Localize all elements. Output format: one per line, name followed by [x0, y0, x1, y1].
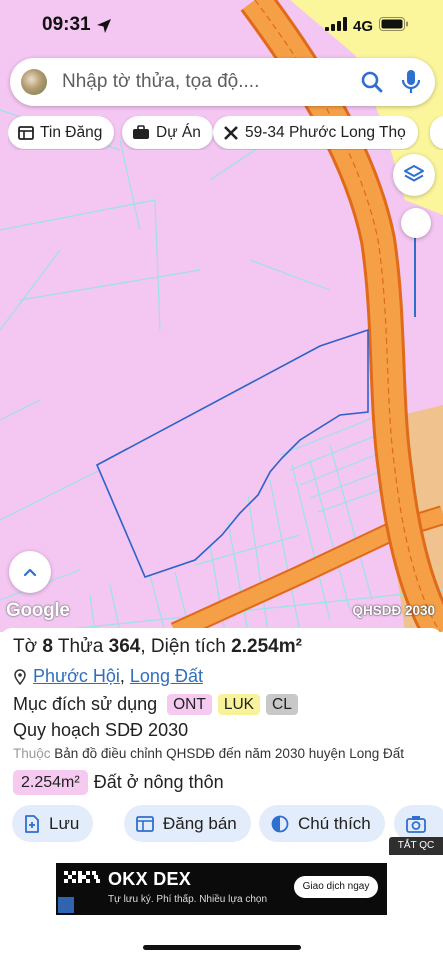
battery-icon — [379, 17, 409, 36]
tools-icon — [224, 125, 238, 140]
tag-ont[interactable]: ONT — [167, 694, 212, 715]
chip-label: 59-34 Phước Long Thọ — [245, 123, 406, 141]
land-type-row: 2.254m² Đất ở nông thôn — [13, 770, 224, 795]
post-sale-button[interactable]: Đăng bán — [124, 805, 251, 842]
news-icon — [18, 125, 34, 140]
layers-button[interactable] — [393, 154, 435, 196]
area-badge: 2.254m² — [13, 770, 88, 795]
status-time: 09:31 — [42, 14, 91, 35]
ad-subtitle: Tự lưu ký. Phí thấp. Nhiều lựa chọn — [108, 894, 268, 905]
chip-label: Tin Đăng — [40, 123, 103, 141]
save-label: Lưu — [49, 813, 80, 833]
map-view[interactable]: 09:31 4G Nhập tờ thửa, tọa độ.... Tin Đă… — [0, 0, 443, 632]
ward-link[interactable]: Phước Hội — [33, 666, 120, 687]
hide-ads-button[interactable]: TẮT QC — [389, 837, 443, 855]
plan-source: Thuộc Bản đồ điều chỉnh QHSDĐ đến năm 20… — [13, 746, 404, 761]
save-icon — [25, 814, 39, 833]
avatar[interactable] — [21, 69, 47, 95]
parcel-title: Tờ 8 Thửa 364, Diện tích 2.254m² — [13, 636, 302, 658]
post-sale-label: Đăng bán — [163, 813, 237, 833]
microphone-icon[interactable] — [400, 69, 422, 100]
land-type: Đất ở nông thôn — [93, 772, 224, 792]
sheet-label: Tờ — [13, 636, 38, 657]
quick-filter-chips: Tin Đăng Dự Án 59-34 Phước Long Thọ — [8, 116, 443, 150]
layers-icon — [404, 165, 424, 182]
location-arrow-icon — [96, 18, 112, 39]
search-bar[interactable] — [10, 58, 435, 106]
ad-title: OKX DEX — [108, 869, 192, 889]
ad-banner[interactable]: OKX DEX Tự lưu ký. Phí thấp. Nhiều lựa c… — [56, 863, 387, 915]
legend-button[interactable]: Chú thích — [259, 805, 385, 842]
signal-icon — [324, 17, 347, 36]
plot-number: 364 — [108, 636, 141, 657]
area-value: 2.254m² — [231, 636, 302, 657]
ad-choices-icon[interactable] — [58, 897, 74, 913]
selected-parcel-outline — [95, 328, 369, 578]
legend-label: Chú thích — [298, 813, 371, 833]
purpose-label: Mục đích sử dụng — [13, 694, 158, 714]
plot-label: Thửa — [57, 636, 104, 657]
title-comma: , — [140, 636, 146, 657]
opacity-slider-track[interactable] — [414, 225, 416, 317]
map-layer-label: QHSDĐ 2030 — [352, 603, 435, 618]
chip-label: Dự Án — [156, 123, 201, 141]
belongs-text: Bản đồ điều chỉnh QHSDĐ đến năm 2030 huy… — [54, 746, 405, 761]
camera-icon — [406, 815, 426, 833]
listing-icon — [136, 815, 154, 832]
sheet-number: 8 — [42, 636, 53, 657]
parcel-location: Phước Hội, Long Đất — [13, 666, 203, 687]
google-logo: Google — [6, 600, 70, 621]
ad-cta-button[interactable]: Giao dịch ngay — [294, 876, 378, 898]
search-icon[interactable] — [360, 70, 384, 99]
network-label: 4G — [352, 18, 373, 35]
home-indicator — [143, 945, 301, 950]
location-comma: , — [119, 666, 125, 686]
district-link[interactable]: Long Đất — [130, 666, 203, 687]
briefcase-icon — [133, 125, 149, 139]
chip-more[interactable] — [430, 116, 443, 149]
legend-icon — [271, 815, 289, 832]
chip-tin-dang[interactable]: Tin Đăng — [8, 116, 115, 149]
belongs-prefix: Thuộc — [13, 746, 51, 761]
chip-phuoc-long-tho[interactable]: 59-34 Phước Long Thọ — [213, 116, 418, 149]
search-input[interactable] — [62, 68, 352, 96]
tag-cl[interactable]: CL — [266, 694, 298, 715]
chevron-up-icon — [23, 568, 37, 577]
parcel-info-sheet: Tờ 8 Thửa 364, Diện tích 2.254m² Phước H… — [0, 628, 443, 959]
chip-du-an[interactable]: Dự Án — [122, 116, 213, 149]
expand-sheet-button[interactable] — [9, 551, 51, 593]
plan-title: Quy hoạch SDĐ 2030 — [13, 720, 189, 740]
opacity-slider-thumb[interactable] — [401, 208, 431, 238]
status-bar: 09:31 4G — [0, 0, 443, 52]
area-label: Diện tích — [150, 636, 226, 657]
tag-luk[interactable]: LUK — [217, 694, 260, 715]
save-button[interactable]: Lưu — [12, 805, 94, 842]
okx-logo-icon — [64, 871, 100, 883]
action-buttons: Lưu Đăng bán Chú thích — [12, 805, 443, 843]
location-pin-icon — [14, 668, 26, 685]
land-use-purpose: Mục đích sử dụng ONT LUK CL — [13, 694, 298, 715]
